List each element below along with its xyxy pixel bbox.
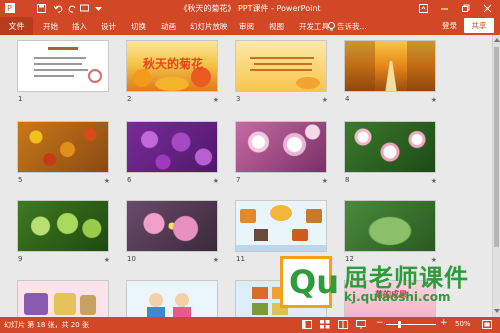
animation-star-icon: ★	[212, 96, 219, 104]
save-icon[interactable]	[35, 2, 47, 14]
slide-number: 11	[236, 255, 245, 263]
tab-file[interactable]: 文件	[0, 17, 33, 35]
watermark-logo: Qu	[280, 256, 339, 308]
slide-image	[235, 121, 327, 173]
slide-number: 2	[127, 95, 132, 103]
ribbon-options-icon[interactable]	[416, 1, 430, 15]
tab-transitions[interactable]: 切换	[131, 21, 146, 32]
slide-number: 9	[18, 255, 23, 263]
tab-home[interactable]: 开始	[43, 21, 58, 32]
slide-image: 秋天的菊花	[126, 40, 218, 92]
restore-icon[interactable]	[458, 1, 472, 15]
window-title: 《秋天的菊花》 PPT课件 - PowerPoint	[179, 4, 321, 13]
slide-image	[235, 200, 327, 252]
animation-star-icon: ★	[321, 177, 328, 185]
tab-insert[interactable]: 插入	[72, 21, 87, 32]
close-icon[interactable]	[480, 1, 494, 15]
customize-toolbar-icon[interactable]	[92, 2, 104, 14]
zoom-slider[interactable]	[386, 324, 436, 325]
slide-image	[344, 40, 436, 92]
status-bar: 幻灯片 第 18 张，共 20 张 − + 50%	[0, 317, 500, 333]
zoom-out-icon[interactable]: −	[376, 318, 384, 328]
slide-image	[17, 40, 109, 92]
slide-number: 10	[127, 255, 136, 263]
title-bar: P 《秋天的菊花》 PPT课件 - PowerPoint	[0, 0, 500, 17]
tab-review[interactable]: 审阅	[239, 21, 254, 32]
animation-star-icon: ★	[430, 96, 437, 104]
minimize-icon[interactable]	[437, 1, 451, 15]
share-button[interactable]: 共享	[464, 18, 494, 33]
slide-number: 4	[345, 95, 350, 103]
svg-text:P: P	[7, 4, 12, 13]
scroll-up-icon[interactable]	[494, 37, 500, 43]
login-link[interactable]: 登录	[442, 20, 457, 31]
tab-design[interactable]: 设计	[101, 21, 116, 32]
redo-icon[interactable]	[66, 2, 78, 14]
slide-image	[17, 121, 109, 173]
slide-number: 8	[345, 176, 350, 184]
watermark-logo-text: Qu	[289, 263, 339, 301]
scrollbar-thumb[interactable]	[494, 47, 499, 247]
animation-star-icon: ★	[430, 177, 437, 185]
animation-star-icon: ★	[321, 96, 328, 104]
slide-image	[344, 200, 436, 252]
lightbulb-icon	[328, 22, 335, 33]
tab-animations[interactable]: 动画	[161, 21, 176, 32]
scroll-down-icon[interactable]	[494, 308, 500, 314]
slide-image	[17, 200, 109, 252]
share-label: 共享	[471, 21, 487, 30]
tell-me-search[interactable]: 告诉我...	[337, 21, 367, 32]
slide-title-text: 秋天的菊花	[142, 57, 203, 71]
slide-image	[126, 121, 218, 173]
slide-number: 7	[236, 176, 241, 184]
slide-count-indicator: 幻灯片 第 18 张，共 20 张	[4, 321, 89, 329]
tab-developer[interactable]: 开发工具	[299, 21, 329, 32]
slideshow-start-icon[interactable]	[78, 2, 90, 14]
slide-sorter-view-icon[interactable]	[320, 320, 330, 329]
slide-number: 6	[127, 176, 132, 184]
fit-to-window-icon[interactable]	[482, 320, 492, 329]
animation-star-icon: ★	[103, 256, 110, 264]
slide-number: 3	[236, 95, 241, 103]
animation-star-icon: ★	[212, 177, 219, 185]
undo-icon[interactable]	[52, 2, 64, 14]
slide-number: 1	[18, 95, 23, 103]
animation-star-icon: ★	[103, 177, 110, 185]
ribbon-tabs: 文件 开始 插入 设计 切换 动画 幻灯片放映 审阅 视图 开发工具 告诉我..…	[0, 17, 500, 35]
zoom-level[interactable]: 50%	[455, 320, 471, 328]
tab-slideshow[interactable]: 幻灯片放映	[190, 21, 228, 32]
animation-star-icon: ★	[212, 256, 219, 264]
reading-view-icon[interactable]	[338, 320, 348, 329]
zoom-slider-handle[interactable]	[398, 321, 401, 328]
app-icon: P	[4, 2, 16, 14]
watermark-brand: 屈老师课件	[344, 264, 469, 292]
slide-image	[235, 40, 327, 92]
normal-view-icon[interactable]	[302, 320, 312, 329]
slide-image	[126, 200, 218, 252]
slide-image	[344, 121, 436, 173]
slide-number: 5	[18, 176, 23, 184]
watermark-url: kj.qulaoshi.com	[344, 290, 451, 304]
slideshow-view-icon[interactable]	[356, 320, 366, 329]
watermark: Qu 屈老师课件 kj.qulaoshi.com	[280, 256, 494, 316]
zoom-in-icon[interactable]: +	[440, 318, 448, 328]
tab-view[interactable]: 视图	[269, 21, 284, 32]
